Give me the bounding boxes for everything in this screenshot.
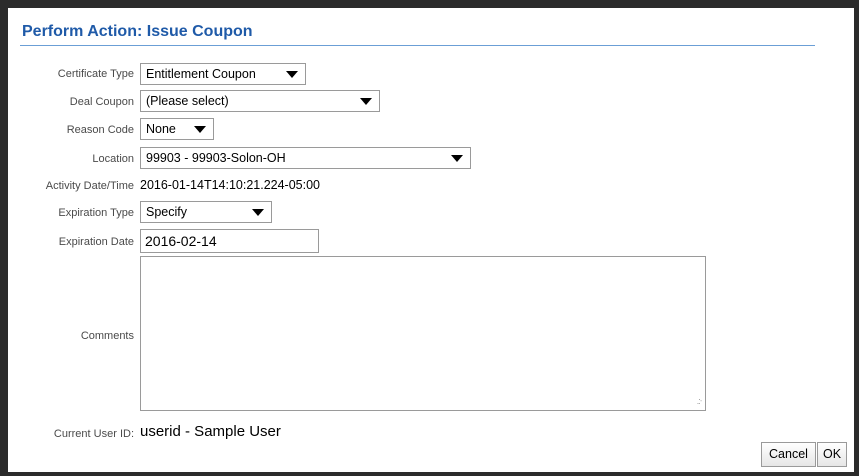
certificate-type-label: Certificate Type [57, 68, 134, 80]
location-label: Location [92, 153, 134, 165]
reason-code-value: None [146, 122, 176, 136]
window-frame-left [0, 0, 8, 476]
comments-textarea[interactable]: .:ᐧ [140, 256, 706, 411]
current-user-value: userid - Sample User [140, 423, 281, 440]
caret-down-icon [286, 71, 298, 78]
certificate-type-select[interactable]: Entitlement Coupon [140, 63, 306, 85]
activity-datetime-label: Activity Date/Time [45, 180, 134, 192]
comments-label: Comments [80, 330, 134, 342]
ok-button[interactable]: OK [817, 442, 847, 467]
activity-datetime-value: 2016-01-14T14:10:21.224-05:00 [140, 178, 321, 192]
dialog-title: Perform Action: Issue Coupon [22, 23, 253, 40]
window-frame-right [854, 0, 859, 476]
location-value: 99903 - 99903-Solon-OH [146, 151, 286, 165]
current-user-label: Current User ID: [53, 428, 134, 440]
caret-down-icon [252, 209, 264, 216]
reason-code-label: Reason Code [66, 124, 134, 136]
caret-down-icon [194, 126, 206, 133]
expiration-type-value: Specify [146, 205, 187, 219]
resize-grip-icon[interactable]: .:ᐧ [697, 396, 702, 407]
certificate-type-value: Entitlement Coupon [146, 67, 256, 81]
caret-down-icon [451, 155, 463, 162]
expiration-type-select[interactable]: Specify [140, 201, 272, 223]
caret-down-icon [360, 98, 372, 105]
window-frame-bottom [0, 472, 859, 476]
expiration-date-field[interactable]: 2016-02-14 [140, 229, 319, 253]
window-frame-top [0, 0, 859, 8]
location-select[interactable]: 99903 - 99903-Solon-OH [140, 147, 471, 169]
reason-code-select[interactable]: None [140, 118, 214, 140]
cancel-button[interactable]: Cancel [761, 442, 816, 467]
title-divider [20, 45, 815, 46]
deal-coupon-select[interactable]: (Please select) [140, 90, 380, 112]
expiration-type-label: Expiration Type [58, 207, 134, 219]
expiration-date-label: Expiration Date [58, 236, 134, 248]
deal-coupon-value: (Please select) [146, 94, 229, 108]
deal-coupon-label: Deal Coupon [69, 96, 134, 108]
